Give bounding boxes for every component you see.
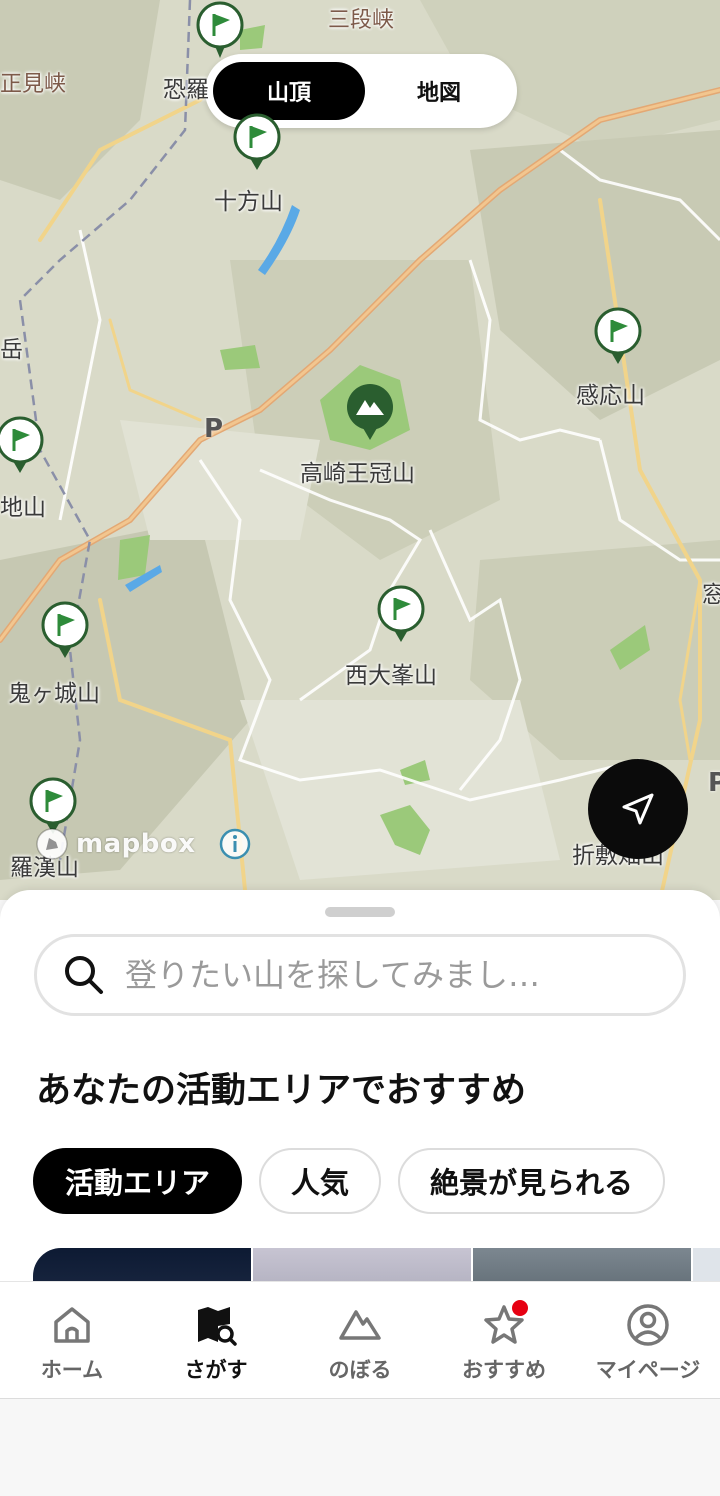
peak-label: 高崎王冠山 [300,461,415,487]
peak-flag-pin[interactable] [593,306,643,368]
map-search-icon [198,1307,237,1346]
tab-label: のぼる [328,1358,392,1382]
parking-marker: P [708,768,720,798]
notification-badge [512,1300,528,1316]
peak-flag-pin[interactable] [195,0,245,62]
map-place-label: 窓 [702,582,720,608]
flag-icon [41,601,89,658]
tab-label: マイページ [595,1358,701,1382]
bottom-tab-bar: ホーム さがす のぼる おすすめ マイページ [0,1281,720,1399]
flag-icon [233,113,281,170]
map-mode-tab[interactable]: 地図 [369,62,509,120]
chip-popular[interactable]: 人気 [259,1148,382,1214]
tab-climb[interactable]: のぼる [288,1282,432,1400]
peak-label: 感応山 [576,383,645,409]
recommend-section-title: あなたの活動エリアでおすすめ [36,1071,527,1111]
peak-mountain-pin[interactable] [345,382,395,444]
peak-label: 十方山 [214,189,283,215]
mapbox-logo-icon [36,828,68,860]
flag-icon [0,416,44,473]
peak-flag-pin[interactable] [232,112,282,174]
map-view[interactable]: 山頂 地図 三段峡 正見峡 岳 折敷畑山 窓 P P 恐羅 十方山 感応山 高崎… [0,0,720,900]
navigation-arrow-icon [622,793,654,825]
parking-marker: P [204,414,224,444]
map-place-label: 正見峡 [0,72,67,97]
user-icon [627,1304,669,1346]
peak-flag-pin[interactable] [40,600,90,662]
tab-mypage[interactable]: マイページ [576,1282,720,1400]
mapbox-attribution[interactable]: mapbox [34,826,196,862]
map-place-label: 三段峡 [328,8,395,33]
flag-icon [377,585,425,642]
mountain-search-field[interactable] [34,934,686,1016]
peak-flag-pin[interactable] [0,415,50,477]
system-nav-area [0,1399,720,1496]
mountain-icon [339,1310,381,1340]
bottom-sheet[interactable]: あなたの活動エリアでおすすめ 活動エリア 人気 絶景が見られる [0,890,720,1290]
peak-label: 地山 [0,495,46,521]
chip-scenic-view[interactable]: 絶景が見られる [398,1148,666,1214]
sheet-drag-handle[interactable] [325,907,395,917]
peak-label: 西大峯山 [345,663,437,689]
peak-label: 恐羅 [163,77,209,103]
tab-recommend[interactable]: おすすめ [432,1282,576,1400]
flag-icon [196,1,244,58]
tab-label: さがす [184,1358,248,1382]
current-location-button[interactable] [588,759,688,859]
tab-label: おすすめ [462,1358,546,1382]
search-input[interactable] [125,956,645,994]
search-icon [65,956,103,994]
tab-home[interactable]: ホーム [0,1282,144,1400]
map-place-label: 岳 [0,337,23,363]
info-icon[interactable] [218,827,252,861]
mapbox-wordmark: mapbox [76,829,196,859]
peak-flag-pin[interactable] [376,584,426,646]
chip-activity-area[interactable]: 活動エリア [33,1148,243,1214]
tab-label: ホーム [40,1358,104,1382]
home-icon [54,1307,90,1343]
mountain-marker-icon [347,384,393,440]
peak-label: 鬼ヶ城山 [8,681,100,707]
recommend-filter-chips: 活動エリア 人気 絶景が見られる [33,1148,666,1214]
flag-icon [594,307,642,364]
tab-search[interactable]: さがす [144,1282,288,1400]
